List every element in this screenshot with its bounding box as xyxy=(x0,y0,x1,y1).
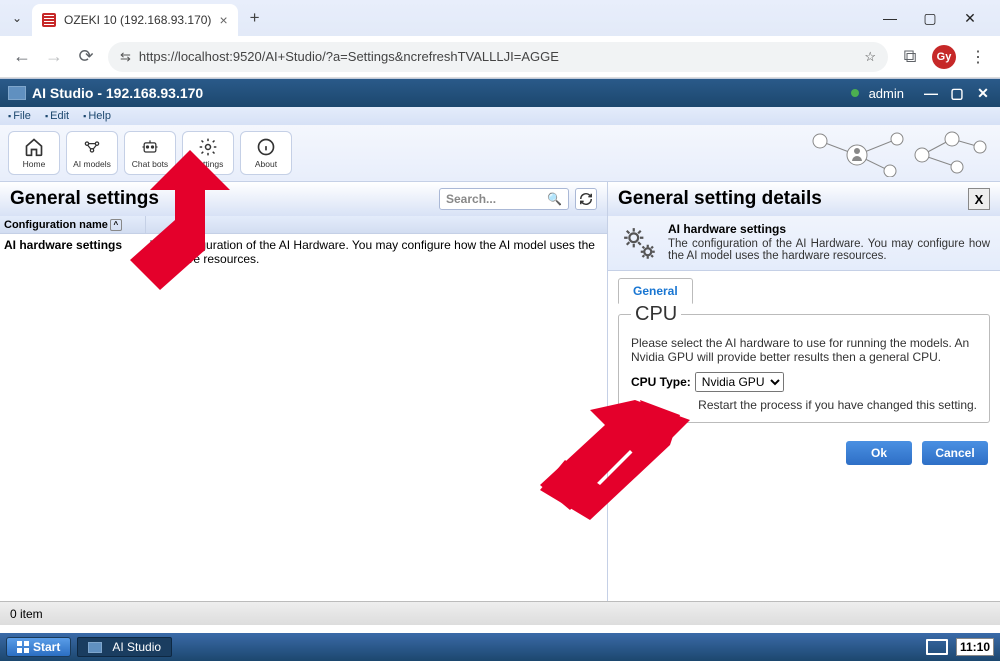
url-text: https://localhost:9520/AI+Studio/?a=Sett… xyxy=(139,49,856,64)
tab-title: OZEKI 10 (192.168.93.170) xyxy=(64,13,211,27)
detail-title: AI hardware settings xyxy=(668,222,990,236)
arrow-annotation-2 xyxy=(540,400,690,520)
right-pane-heading: General setting details xyxy=(618,188,822,210)
window-close-icon[interactable]: ✕ xyxy=(958,10,982,27)
clock: 11:10 xyxy=(956,638,994,656)
status-bar: 0 item xyxy=(0,601,1000,625)
tab-dropdown[interactable]: ⌄ xyxy=(8,8,26,28)
profile-avatar[interactable]: Gy xyxy=(932,45,956,69)
status-dot-icon xyxy=(851,89,859,97)
toolbar-ai-models[interactable]: AI models xyxy=(66,131,118,175)
tab-close-icon[interactable]: × xyxy=(219,12,227,28)
tab-general[interactable]: General xyxy=(618,278,693,304)
browser-tab[interactable]: OZEKI 10 (192.168.93.170) × xyxy=(32,4,238,36)
app-maximize-icon[interactable]: ▢ xyxy=(948,85,966,102)
cancel-button[interactable]: Cancel xyxy=(922,441,988,465)
info-icon xyxy=(256,137,276,157)
forward-button[interactable]: → xyxy=(44,47,64,67)
toolbar-home[interactable]: Home xyxy=(8,131,60,175)
refresh-button[interactable] xyxy=(575,188,597,210)
brain-icon xyxy=(82,137,102,157)
start-button[interactable]: Start xyxy=(6,637,71,657)
ok-button[interactable]: Ok xyxy=(846,441,912,465)
extensions-icon[interactable]: ⧉ xyxy=(900,47,920,67)
cpu-type-label: CPU Type: xyxy=(631,375,691,389)
keyboard-icon[interactable] xyxy=(926,639,948,655)
tab-favicon xyxy=(42,13,56,27)
table-row[interactable]: AI hardware settings The configuration o… xyxy=(0,234,607,270)
menu-file[interactable]: File xyxy=(8,110,31,122)
app-title-text: AI Studio - 192.168.93.170 xyxy=(32,85,203,101)
star-icon[interactable]: ☆ xyxy=(864,49,876,65)
fieldset-help: Please select the AI hardware to use for… xyxy=(631,336,977,364)
app-icon xyxy=(8,86,26,100)
home-icon xyxy=(24,137,44,157)
refresh-icon xyxy=(579,192,593,206)
search-placeholder: Search... xyxy=(446,192,496,206)
detail-desc: The configuration of the AI Hardware. Yo… xyxy=(668,238,990,262)
fieldset-legend: CPU xyxy=(631,303,681,326)
app-title-bar: AI Studio - 192.168.93.170 admin — ▢ ✕ xyxy=(0,79,1000,107)
back-button[interactable]: ← xyxy=(12,47,32,67)
toolbar-home-label: Home xyxy=(23,159,46,169)
menu-edit[interactable]: Edit xyxy=(45,110,69,122)
toolbar-ai-models-label: AI models xyxy=(73,159,111,169)
toolbar-about[interactable]: About xyxy=(240,131,292,175)
taskbar-item[interactable]: AI Studio xyxy=(77,637,172,657)
search-input[interactable]: Search... 🔍 xyxy=(439,188,569,210)
site-settings-icon[interactable]: ⇆ xyxy=(120,49,131,65)
network-decoration xyxy=(802,127,992,177)
gears-icon xyxy=(618,222,660,264)
taskbar-app-icon xyxy=(88,642,102,653)
search-icon[interactable]: 🔍 xyxy=(547,192,562,206)
window-maximize-icon[interactable]: ▢ xyxy=(918,10,942,27)
new-tab-button[interactable]: + xyxy=(244,8,266,28)
menu-help[interactable]: Help xyxy=(83,110,111,122)
app-minimize-icon[interactable]: — xyxy=(922,85,940,102)
cpu-type-select[interactable]: Nvidia GPU xyxy=(695,372,784,392)
arrow-annotation-1 xyxy=(120,150,240,290)
browser-menu-icon[interactable]: ⋮ xyxy=(968,47,988,67)
close-pane-button[interactable]: X xyxy=(968,188,990,210)
current-user[interactable]: admin xyxy=(869,86,904,101)
item-count: 0 item xyxy=(10,607,43,621)
app-close-icon[interactable]: ✕ xyxy=(974,85,992,102)
reload-button[interactable]: ⟳ xyxy=(76,47,96,67)
address-bar[interactable]: ⇆ https://localhost:9520/AI+Studio/?a=Se… xyxy=(108,42,888,72)
start-icon xyxy=(17,641,29,653)
window-minimize-icon[interactable]: — xyxy=(878,10,902,27)
toolbar-about-label: About xyxy=(255,159,277,169)
